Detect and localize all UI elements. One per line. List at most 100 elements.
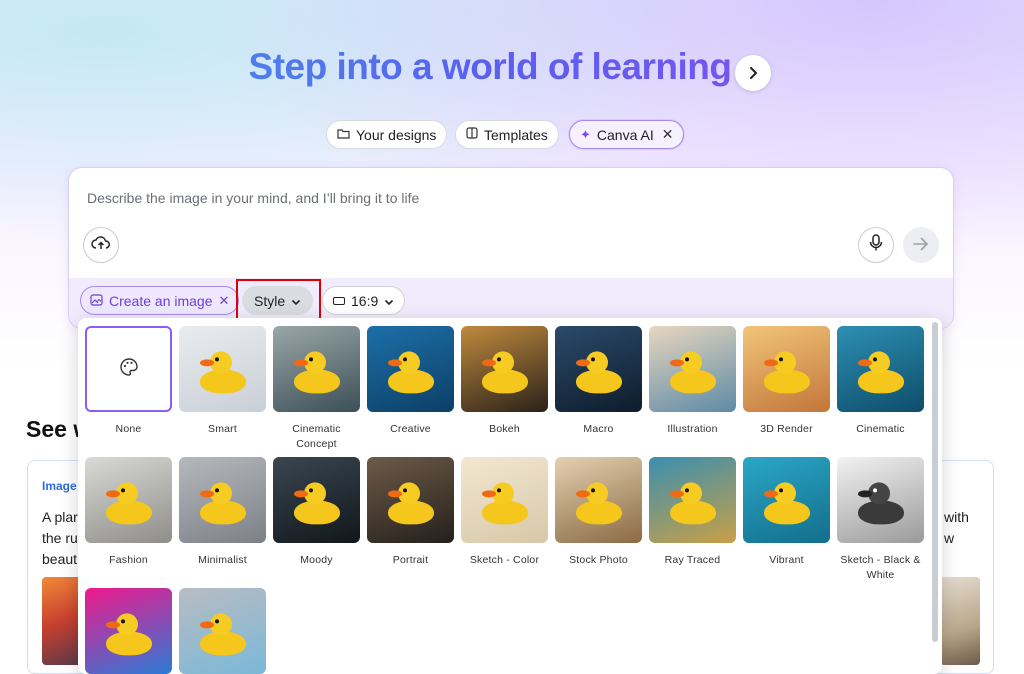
style-thumbnail [555,326,642,412]
image-icon [90,293,103,309]
style-option[interactable]: Moody [273,457,360,568]
rubber-duck-image [104,613,154,657]
chevron-down-icon [384,293,394,309]
style-thumbnail [85,588,172,674]
style-thumbnail [743,457,830,543]
rubber-duck-image [574,351,624,395]
style-option-label: Bokeh [489,423,520,435]
card-label: Image [42,479,77,493]
style-option-label: Sketch - Color [469,554,540,566]
create-image-chip[interactable]: Create an image ✕ [80,286,240,315]
microphone-button[interactable] [858,227,894,263]
style-thumbnail [837,457,924,543]
style-option[interactable]: Macro [555,326,642,437]
upload-button[interactable] [83,227,119,263]
style-thumbnail [649,326,736,412]
style-thumbnail [461,326,548,412]
style-option[interactable]: Vibrant [743,457,830,568]
rubber-duck-image [198,351,248,395]
style-thumbnail [179,326,266,412]
style-option[interactable]: Cinematic [837,326,924,437]
style-option-label: Portrait [392,554,429,566]
style-option[interactable]: Ray Traced [649,457,736,568]
aspect-ratio-dropdown[interactable]: 16:9 [322,286,406,315]
style-option[interactable]: Fashion [85,457,172,568]
style-option[interactable]: Portrait [367,457,454,568]
rubber-duck-image [668,351,718,395]
style-thumbnail [179,457,266,543]
scrollbar[interactable] [932,322,938,642]
style-thumbnail [367,457,454,543]
rubber-duck-image [574,482,624,526]
send-button[interactable] [903,227,939,263]
cloud-upload-icon [91,235,111,256]
palette-icon [119,357,139,382]
rubber-duck-image [668,482,718,526]
rubber-duck-image [856,351,906,395]
card-thumbnail-right [940,577,980,665]
tab-label: Canva AI [596,126,654,143]
style-thumbnail [273,457,360,543]
style-thumbnail [273,326,360,412]
aspect-ratio-label: 16:9 [351,292,379,309]
style-option[interactable] [179,588,266,674]
style-thumbnail [461,457,548,543]
rubber-duck-image [480,351,530,395]
style-option[interactable]: Smart [179,326,266,437]
style-option-label: Moody [300,554,333,566]
style-thumbnail [743,326,830,412]
style-option-label: Cinematic Concept [292,423,341,450]
style-thumbnail [649,457,736,543]
style-option[interactable]: Illustration [649,326,736,437]
style-option-label: Minimalist [198,554,247,566]
rubber-duck-image [198,613,248,657]
prompt-composer: Describe the image in your mind, and I’l… [68,167,954,329]
tab-label: Your designs [356,126,437,143]
style-option[interactable] [85,588,172,674]
rubber-duck-image [386,482,436,526]
style-thumbnail [555,457,642,543]
close-icon[interactable]: ✕ [219,293,230,309]
style-option[interactable]: Sketch - Black & White [837,457,924,583]
card-text-right: with w [944,509,969,546]
style-option-label: Ray Traced [664,554,721,566]
style-option[interactable]: Creative [367,326,454,437]
style-option[interactable]: Stock Photo [555,457,642,568]
tab-templates[interactable]: Templates [455,120,559,149]
style-thumbnail [367,326,454,412]
prompt-input[interactable]: Describe the image in your mind, and I’l… [87,190,419,206]
style-option-label: Creative [390,423,431,435]
style-option[interactable]: 3D Render [743,326,830,437]
style-dropdown-panel: None Smart Cinematic Concept Creative Bokeh M… [78,318,942,674]
style-option-label: Stock Photo [569,554,628,566]
style-option-label: Cinematic [856,423,905,435]
style-option-label: None [115,423,142,435]
style-thumbnail [85,457,172,543]
tab-canva-ai[interactable]: ✦ Canva AI ✕ [569,120,685,149]
style-option-label: Smart [207,423,237,435]
hero-title: Step into a world of learning [0,46,980,88]
folder-icon [337,127,350,142]
rubber-duck-image [856,482,906,526]
rubber-duck-image [292,482,342,526]
style-option[interactable]: Sketch - Color [461,457,548,568]
close-icon[interactable]: ✕ [662,126,674,143]
rubber-duck-image [480,482,530,526]
style-option-label: Macro [583,423,614,435]
style-thumbnail [837,326,924,412]
style-thumbnail-none [85,326,172,412]
sparkle-icon: ✦ [580,126,591,142]
style-option[interactable]: Cinematic Concept [273,326,360,452]
style-option-label: Illustration [667,423,718,435]
rubber-duck-image [198,482,248,526]
style-option[interactable]: Minimalist [179,457,266,568]
style-option-label: 3D Render [760,423,813,435]
rubber-duck-image [386,351,436,395]
arrow-right-icon [913,235,929,256]
rubber-duck-image [762,351,812,395]
style-option[interactable]: None [85,326,172,437]
chevron-right-icon[interactable] [735,55,771,91]
style-option[interactable]: Bokeh [461,326,548,437]
tab-your-designs[interactable]: Your designs [326,120,448,149]
style-option-label: Sketch - Black & White [840,554,921,581]
